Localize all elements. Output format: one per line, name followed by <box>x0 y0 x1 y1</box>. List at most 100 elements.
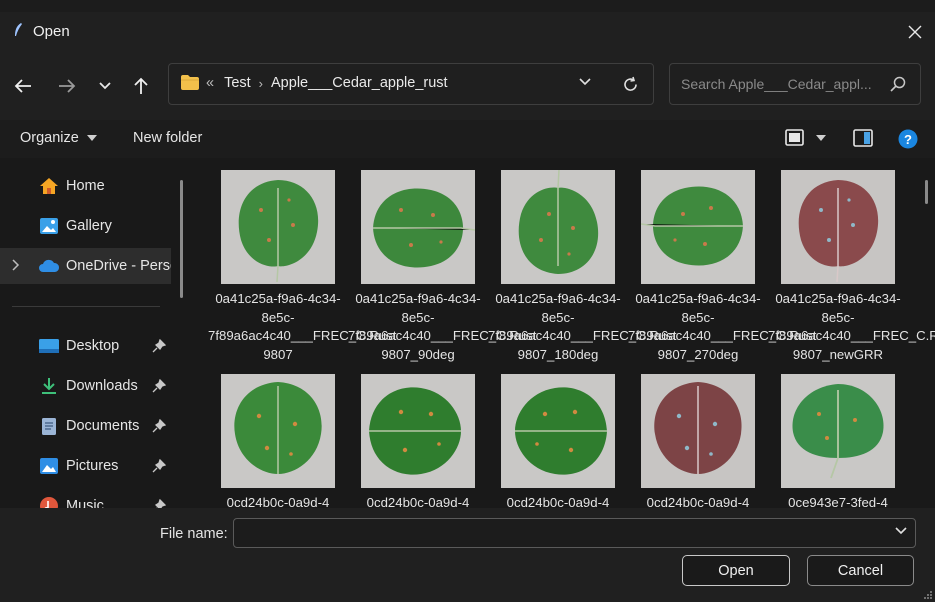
image-thumbnail <box>501 374 615 488</box>
sidebar-item-label: Music <box>66 498 104 508</box>
chevron-right-icon[interactable] <box>12 259 20 271</box>
sidebar-item-label: Home <box>66 178 105 194</box>
recent-locations-button[interactable] <box>93 74 117 98</box>
view-icon <box>785 129 804 146</box>
sidebar-item-label: Pictures <box>66 458 119 474</box>
file-list: 0a41c25a-f9a6-4c34-8e5c-7f89a6ac4c40___F… <box>195 158 935 508</box>
refresh-icon[interactable] <box>622 76 639 93</box>
pin-icon[interactable] <box>152 459 166 473</box>
file-item[interactable]: 0a41c25a-f9a6-4c34-8e5c-7f89a6ac4c40___F… <box>768 170 935 364</box>
organize-label: Organize <box>20 130 79 146</box>
image-thumbnail <box>781 170 895 284</box>
change-view-button[interactable] <box>785 129 826 146</box>
pin-icon[interactable] <box>152 339 166 353</box>
caret-down-icon <box>816 134 826 141</box>
feather-icon <box>15 23 22 36</box>
navigation-bar: « Test › Apple___Cedar_apple_rust Search… <box>0 52 935 120</box>
resize-grip-icon[interactable] <box>923 590 933 600</box>
sidebar-item-pictures[interactable]: Pictures <box>0 448 180 484</box>
file-name: 0cd24b0c-0a9d-4 <box>226 495 330 508</box>
address-bar[interactable]: « Test › Apple___Cedar_apple_rust <box>168 63 654 105</box>
file-name: 0a41c25a-f9a6-4c34-8e5c-7f89a6ac4c40___F… <box>768 291 935 362</box>
forward-button[interactable] <box>55 74 79 98</box>
music-icon <box>38 496 60 508</box>
caret-down-icon <box>86 135 97 141</box>
folder-icon <box>181 75 199 90</box>
window-title: Open <box>33 23 70 40</box>
breadcrumb-overflow[interactable]: « <box>206 75 214 91</box>
file-item[interactable]: 0cd24b0c-0a9d-4 <box>628 374 768 508</box>
image-thumbnail <box>501 170 615 284</box>
document-icon <box>38 416 60 436</box>
breadcrumb-current[interactable]: Apple___Cedar_apple_rust <box>271 75 448 91</box>
image-thumbnail <box>221 374 335 488</box>
svg-text:?: ? <box>904 132 912 147</box>
arrow-up-icon <box>134 77 148 94</box>
image-thumbnail <box>221 170 335 284</box>
close-button[interactable] <box>895 12 935 52</box>
dialog-footer: File name: Open Cancel <box>0 508 935 602</box>
sidebar-item-label: Documents <box>66 418 140 434</box>
file-name: 0cd24b0c-0a9d-4 <box>366 495 470 508</box>
open-button[interactable]: Open <box>682 555 790 586</box>
organize-menu[interactable]: Organize <box>20 130 97 146</box>
file-item[interactable]: 0cd24b0c-0a9d-4 <box>348 374 488 508</box>
up-button[interactable] <box>129 74 153 98</box>
sidebar-item-desktop[interactable]: Desktop <box>0 328 180 364</box>
chevron-down-icon[interactable] <box>579 78 591 86</box>
file-name-label: File name: <box>160 526 228 542</box>
sidebar-item-label: Downloads <box>66 378 138 394</box>
file-name-field[interactable] <box>233 518 916 548</box>
download-icon <box>38 376 60 396</box>
sidebar-scrollbar[interactable] <box>180 180 183 298</box>
search-box[interactable]: Search Apple___Cedar_appl... <box>669 63 921 105</box>
image-thumbnail <box>361 170 475 284</box>
pin-icon[interactable] <box>152 379 166 393</box>
sidebar-item-home[interactable]: Home <box>0 168 180 204</box>
chevron-down-icon[interactable] <box>895 527 907 535</box>
preview-pane-icon <box>853 129 873 147</box>
breadcrumb-test[interactable]: Test <box>224 75 251 91</box>
chevron-right-icon: › <box>258 75 264 91</box>
content-scrollbar[interactable] <box>925 180 928 204</box>
file-item[interactable]: 0cd24b0c-0a9d-4 <box>488 374 628 508</box>
sidebar-divider <box>12 306 160 307</box>
sidebar-item-documents[interactable]: Documents <box>0 408 180 444</box>
search-icon <box>890 76 906 92</box>
file-item[interactable]: 0a41c25a-f9a6-4c34-8e5c-7f89a6ac4c40___F… <box>488 170 676 364</box>
home-icon <box>38 176 60 196</box>
file-item[interactable]: 0a41c25a-f9a6-4c34-8e5c-7f89a6ac4c40___F… <box>348 170 536 364</box>
breadcrumb: « Test › Apple___Cedar_apple_rust <box>206 75 448 91</box>
sidebar-item-label: Desktop <box>66 338 120 354</box>
arrow-left-icon <box>14 79 31 93</box>
pin-icon[interactable] <box>152 499 166 508</box>
image-thumbnail <box>781 374 895 488</box>
file-item[interactable]: 0a41c25a-f9a6-4c34-8e5c-7f89a6ac4c40___F… <box>208 170 396 364</box>
file-item[interactable]: 0ce943e7-3fed-4 <box>768 374 908 508</box>
file-name: 0cd24b0c-0a9d-4 <box>646 495 750 508</box>
sidebar-item-label: OneDrive - Personal <box>66 258 171 274</box>
image-thumbnail <box>361 374 475 488</box>
sidebar-item-music[interactable]: Music <box>0 488 180 508</box>
pin-icon[interactable] <box>152 419 166 433</box>
help-button[interactable]: ? <box>898 129 918 152</box>
sidebar-item-gallery[interactable]: Gallery <box>0 208 180 244</box>
sidebar-item-onedrive[interactable]: OneDrive - Personal <box>0 248 171 284</box>
close-icon <box>908 25 922 39</box>
back-button[interactable] <box>11 74 35 98</box>
file-name: 0cd24b0c-0a9d-4 <box>506 495 610 508</box>
file-item[interactable]: 0cd24b0c-0a9d-4 <box>208 374 348 508</box>
sidebar-item-label: Gallery <box>66 218 112 234</box>
gallery-icon <box>38 216 60 236</box>
new-folder-button[interactable]: New folder <box>133 130 202 146</box>
search-input[interactable]: Search Apple___Cedar_appl... <box>681 76 886 92</box>
file-item[interactable]: 0a41c25a-f9a6-4c34-8e5c-7f89a6ac4c40___F… <box>628 170 817 364</box>
sidebar-item-downloads[interactable]: Downloads <box>0 368 180 404</box>
preview-pane-button[interactable] <box>853 129 873 150</box>
command-bar: Organize New folder ? <box>0 120 935 158</box>
cancel-button[interactable]: Cancel <box>807 555 914 586</box>
cloud-icon <box>38 256 60 276</box>
image-thumbnail <box>641 170 755 284</box>
navigation-pane: Home Gallery OneDrive - Personal Desktop… <box>0 158 195 508</box>
file-name: 0a41c25a-f9a6-4c34-8e5c-7f89a6ac4c40___F… <box>628 291 817 362</box>
